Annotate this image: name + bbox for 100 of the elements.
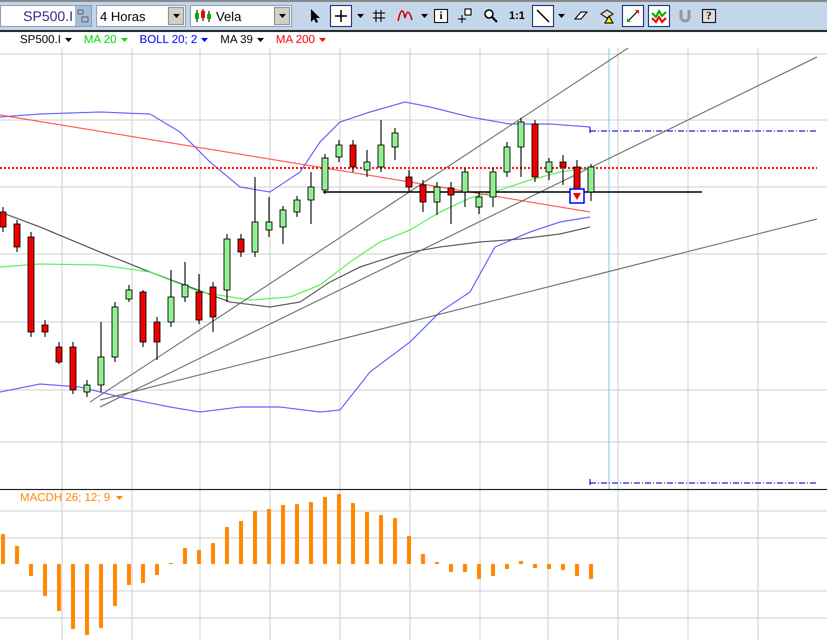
candle	[532, 120, 538, 182]
histogram-bar	[295, 504, 299, 564]
histogram-bar	[533, 564, 537, 568]
info-button[interactable]: i	[432, 5, 450, 27]
line-icon	[534, 8, 551, 24]
candle	[266, 196, 272, 238]
candle	[406, 170, 412, 192]
histogram-bar	[113, 564, 117, 606]
candle	[238, 234, 244, 258]
alert-icon	[598, 8, 615, 24]
candle	[364, 150, 370, 178]
histogram-bar	[127, 564, 131, 585]
candle	[434, 182, 440, 216]
interval-dropdown[interactable]: 4 Horas	[96, 5, 186, 27]
dropdown-arrow-icon	[278, 14, 286, 18]
candle	[546, 158, 552, 180]
candle	[504, 142, 510, 178]
candle	[70, 342, 76, 394]
candle	[196, 274, 202, 324]
caret-icon	[356, 14, 364, 18]
candle	[462, 168, 468, 208]
candle	[98, 322, 104, 392]
candle	[490, 168, 496, 208]
candle	[126, 284, 132, 302]
histogram-bar	[155, 564, 159, 575]
candle	[420, 180, 426, 212]
candle	[322, 154, 328, 194]
histogram-bar	[15, 546, 19, 564]
wave-icon	[397, 8, 413, 24]
candle	[84, 380, 90, 398]
grid-icon	[371, 8, 387, 24]
fit-tool-button[interactable]	[622, 5, 644, 27]
histogram-bar	[281, 505, 285, 564]
candle	[588, 164, 594, 202]
histogram-bar	[197, 550, 201, 564]
indicator-legend[interactable]: MA 39	[220, 34, 264, 46]
candle	[392, 128, 398, 160]
histogram-bar	[421, 554, 425, 564]
histogram-bar	[323, 497, 327, 564]
candle	[140, 290, 146, 348]
arrows-icon	[624, 8, 641, 24]
histogram-bar	[575, 564, 579, 576]
histogram-bar	[547, 564, 551, 569]
caret-icon	[201, 38, 208, 42]
indicator-legend[interactable]: BOLL 20; 2	[140, 34, 208, 46]
histogram-bar	[407, 536, 411, 564]
symbol-field[interactable]: SP500.I	[0, 5, 92, 27]
crosshair-box-icon	[457, 8, 473, 24]
candle	[448, 182, 454, 224]
caret-icon	[318, 38, 326, 42]
trades-tool-button[interactable]	[648, 5, 670, 27]
line-tool-button[interactable]	[532, 5, 554, 27]
histogram-bar	[365, 512, 369, 564]
histogram-bar	[491, 564, 495, 576]
histogram-bar	[99, 564, 103, 628]
symbol-list-icon	[77, 8, 89, 24]
histogram-bar	[239, 521, 243, 564]
histogram-bar	[141, 564, 145, 583]
crosshair-tool-button[interactable]	[330, 5, 352, 27]
magnet-icon	[676, 8, 693, 24]
candle	[378, 120, 384, 172]
indicator-legend[interactable]: MA 200	[276, 34, 326, 46]
candle	[350, 140, 356, 172]
candle	[294, 196, 300, 218]
ratio-button[interactable]: 1:1	[506, 5, 528, 27]
candle	[56, 342, 62, 364]
candle	[210, 282, 216, 332]
histogram-bar	[463, 564, 467, 572]
histogram-bar	[211, 543, 215, 564]
candle	[168, 270, 174, 328]
histogram-bar	[505, 564, 509, 569]
sell-marker-icon	[569, 188, 585, 204]
histogram-bar	[337, 494, 341, 564]
candlestick-icon	[194, 9, 212, 23]
candle	[154, 316, 160, 360]
candle	[336, 140, 342, 162]
histogram-bar	[183, 548, 187, 564]
histogram-bar	[1, 534, 5, 564]
indicator-legend[interactable]: SP500.I	[20, 34, 72, 46]
candle	[224, 234, 230, 302]
histogram-bar	[477, 564, 481, 579]
candle	[42, 320, 48, 338]
chart-type-dropdown[interactable]: Vela	[190, 5, 292, 27]
histogram-bar	[379, 515, 383, 564]
crosshair-icon	[333, 8, 349, 24]
caret-icon	[64, 38, 72, 42]
candle	[560, 154, 566, 186]
caret-icon	[256, 38, 264, 42]
histogram-bar	[351, 503, 355, 564]
histogram-bar	[561, 564, 565, 570]
histogram-bar	[449, 564, 453, 572]
candle	[476, 192, 482, 214]
help-button[interactable]: ?	[700, 5, 718, 27]
histogram-bar	[85, 564, 89, 635]
caret-icon	[120, 38, 128, 42]
candle	[518, 118, 524, 178]
dropdown-arrow-icon	[172, 14, 180, 18]
candle	[182, 262, 188, 302]
histogram-bar	[225, 527, 229, 564]
caret-icon	[420, 14, 428, 18]
